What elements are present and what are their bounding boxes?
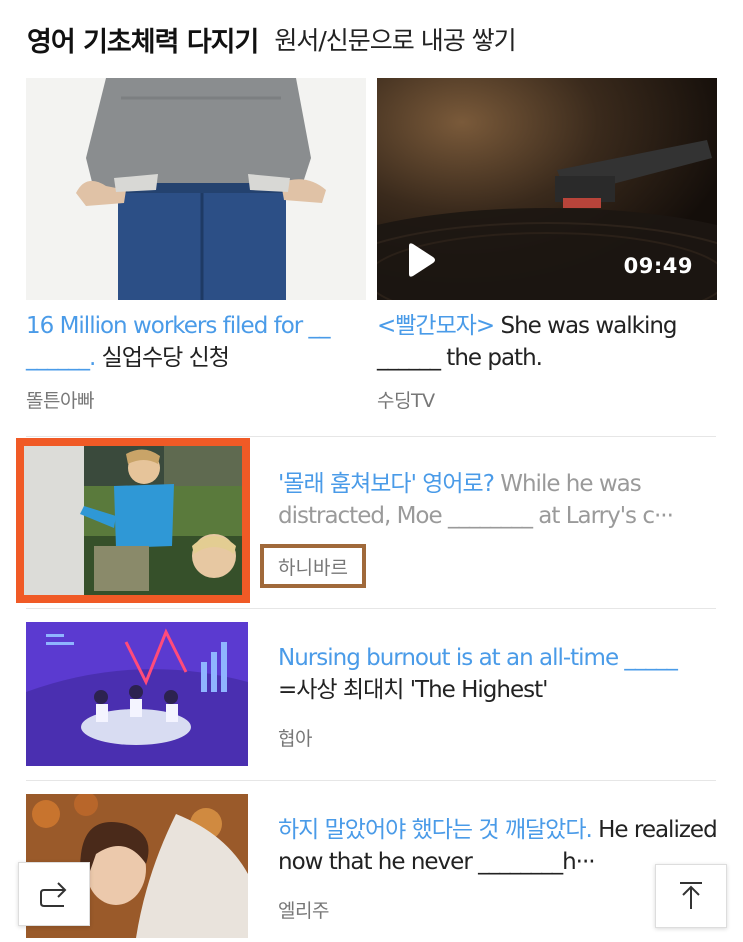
list-item-3[interactable]: 하지 말았어야 했다는 것 깨달았다. He realized now that… [26, 792, 718, 942]
section-title: 영어 기초체력 다지기 [27, 26, 259, 58]
selected-source-frame[interactable]: 하니바르 [260, 544, 366, 588]
list-thumbnail[interactable] [26, 622, 248, 766]
video-duration: 09:49 [623, 254, 693, 278]
section-header: 영어 기초체력 다지기 원서/신문으로 내공 쌓기 [27, 14, 517, 64]
pockets-image [26, 78, 366, 300]
list-item-source: 하니바르 [278, 556, 348, 579]
share-icon [40, 882, 67, 907]
divider [26, 608, 716, 609]
card-source[interactable]: 수딩TV [377, 386, 435, 413]
card-title[interactable]: 16 Million workers filed for __ ______. … [26, 310, 356, 374]
arrow-up-icon [680, 882, 702, 909]
list-item-1[interactable]: '몰래 훔쳐보다' 영어로? While he was distracted, … [16, 438, 716, 606]
list-item-source[interactable]: 협아 [278, 724, 312, 751]
peeking-kids-image [24, 446, 242, 595]
grid-card-2[interactable]: 09:49 <빨간모자> She was walking ______ the … [377, 78, 717, 418]
section-subtitle: 원서/신문으로 내공 쌓기 [274, 26, 516, 55]
card-thumbnail[interactable] [26, 78, 366, 300]
list-item-title[interactable]: 하지 말았어야 했다는 것 깨달았다. He realized now that… [278, 814, 718, 878]
card-title-rest: 실업수당 신청 [95, 345, 230, 371]
selected-thumbnail-frame[interactable] [16, 438, 250, 603]
list-item-title-highlight: Nursing burnout is at an all-time _____ [278, 645, 678, 671]
list-item-title-highlight: '몰래 훔쳐보다' 영어로? [278, 471, 495, 497]
list-item-source[interactable]: 엘리주 [278, 896, 329, 923]
list-item-2[interactable]: Nursing burnout is at an all-time _____ =… [26, 620, 716, 770]
list-item-title[interactable]: '몰래 훔쳐보다' 영어로? While he was distracted, … [278, 468, 718, 532]
grid-card-1[interactable]: 16 Million workers filed for __ ______. … [26, 78, 366, 418]
list-item-title-rest: =사상 최대치 'The Highest' [278, 677, 548, 703]
play-icon[interactable] [399, 240, 439, 280]
list-item-title[interactable]: Nursing burnout is at an all-time _____ =… [278, 642, 718, 706]
divider [26, 780, 716, 781]
list-item-title-highlight: 하지 말았어야 했다는 것 깨달았다. [278, 817, 593, 843]
meeting-illustration [26, 622, 248, 766]
divider [26, 436, 716, 437]
video-thumbnail[interactable]: 09:49 [377, 78, 717, 300]
share-button[interactable] [18, 862, 90, 926]
scroll-top-button[interactable] [655, 864, 727, 928]
card-title-highlight: <빨간모자> [377, 313, 495, 339]
card-source[interactable]: 똘튼아빠 [26, 386, 94, 413]
card-title[interactable]: <빨간모자> She was walking ______ the path. [377, 310, 707, 374]
